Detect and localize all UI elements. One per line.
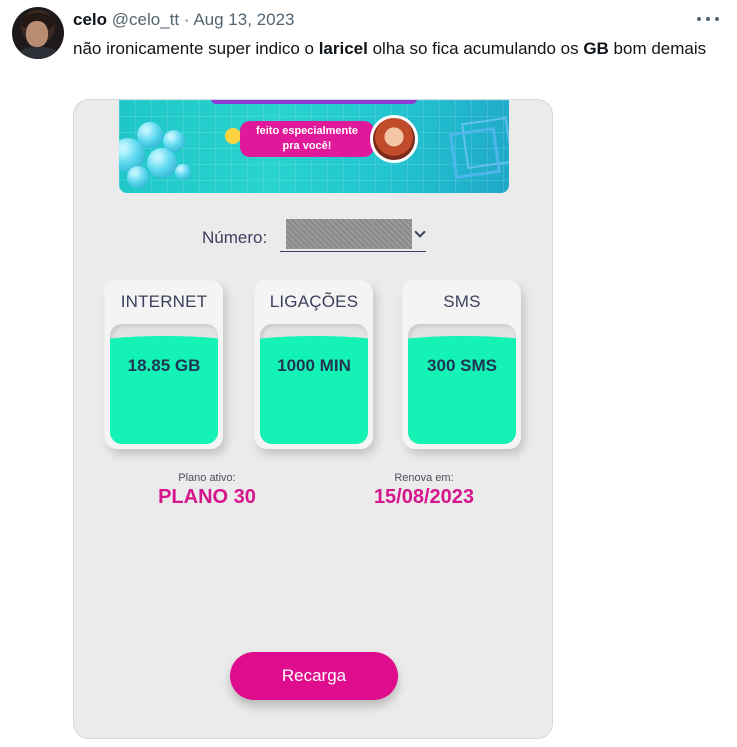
tweet-date[interactable]: Aug 13, 2023	[193, 10, 294, 29]
redacted-number	[286, 219, 412, 249]
renewal-value: 15/08/2023	[373, 486, 475, 508]
tweet-text-part: olha so fica acumulando os	[367, 39, 584, 58]
banner-tagline-line1: feito especialmente	[255, 125, 359, 137]
plan-label: Plano ativo:	[178, 472, 236, 484]
smiley-icon	[225, 128, 241, 144]
tweet-media[interactable]: feito especialmente pra você! Número: IN…	[73, 99, 553, 739]
card-gauge	[260, 324, 368, 444]
bubble-decoration	[127, 166, 149, 188]
promo-banner: feito especialmente pra você!	[119, 100, 509, 193]
card-value: 1000 MIN	[277, 356, 351, 375]
author-handle[interactable]: @celo_tt	[112, 10, 179, 29]
card-internet: INTERNET 18.85 GB	[105, 281, 223, 449]
tweet-text-bold: GB	[583, 39, 609, 58]
card-title: INTERNET	[120, 292, 208, 311]
numero-select[interactable]	[280, 216, 426, 252]
banner-top-bar	[211, 100, 417, 104]
tweet-header: celo @celo_tt · Aug 13, 2023	[73, 9, 294, 31]
card-sms: SMS 300 SMS	[403, 281, 521, 449]
avatar-face	[26, 21, 48, 47]
numero-label: Número:	[202, 228, 268, 247]
bubble-decoration	[163, 130, 185, 152]
tweet-text: não ironicamente super indico o laricel …	[73, 37, 723, 61]
cube-decoration	[449, 127, 501, 179]
card-title: SMS	[443, 292, 481, 311]
separator: ·	[183, 10, 190, 29]
card-gauge	[408, 324, 516, 444]
banner-tagline-line2: pra você!	[282, 140, 332, 152]
chevron-down-icon[interactable]	[414, 226, 426, 238]
avatar-shirt	[18, 47, 58, 59]
bubble-decoration	[175, 164, 191, 180]
tweet-text-part: não ironicamente super indico o	[73, 39, 319, 58]
card-title: LIGAÇÕES	[269, 292, 359, 311]
bubble-decoration	[147, 148, 177, 178]
tweet-text-bold: laricel	[318, 39, 368, 58]
banner-tagline: feito especialmente pra você!	[240, 121, 374, 157]
plan-value: PLANO 30	[158, 486, 256, 508]
promo-portrait	[370, 115, 418, 163]
card-ligacoes: LIGAÇÕES 1000 MIN	[255, 281, 373, 449]
more-options-icon[interactable]	[697, 17, 719, 23]
recharge-button[interactable]: Recarga	[230, 652, 398, 700]
tweet-text-part: bom demais	[608, 39, 707, 58]
avatar[interactable]	[12, 7, 64, 59]
card-gauge	[110, 324, 218, 444]
card-value: 18.85 GB	[127, 356, 201, 375]
author-name[interactable]: celo	[73, 10, 107, 29]
bubble-decoration	[137, 122, 163, 148]
card-value: 300 SMS	[427, 356, 497, 375]
renewal-label: Renova em:	[394, 472, 454, 484]
